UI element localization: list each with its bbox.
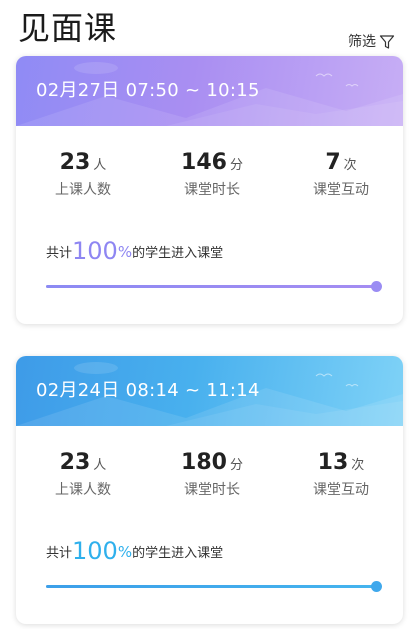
progress-fill (46, 285, 376, 288)
summary-percent-sign: % (117, 243, 133, 261)
summary-suffix: 的学生进入课堂 (132, 546, 224, 561)
stat-value: 146 (181, 150, 227, 175)
stat-attendance: 23 人 上课人数 (18, 148, 148, 200)
session-banner: 02月27日 07:50 ~ 10:15 (16, 56, 403, 126)
stat-interactions: 7次 课堂互动 (276, 148, 403, 200)
stat-label: 上课人数 (55, 482, 111, 498)
stat-value: 180 (181, 450, 227, 475)
stat-value: 23 (59, 150, 91, 175)
summary-prefix: 共计 (46, 546, 73, 561)
stat-value: 23 (59, 450, 91, 475)
stat-unit: 次 (351, 458, 365, 473)
stat-label: 课堂互动 (313, 482, 369, 498)
summary-prefix: 共计 (46, 246, 73, 261)
stat-unit: 人 (93, 158, 107, 173)
stat-attendance: 23 人 上课人数 (18, 448, 148, 500)
session-card[interactable]: 02月27日 07:50 ~ 10:15 23 人 上课人数 146 分 课堂时长 … (16, 56, 403, 324)
stat-value: 13 (317, 450, 349, 475)
session-banner: 02月24日 08:14 ~ 11:14 (16, 356, 403, 426)
filter-button[interactable]: 筛选 (348, 32, 395, 52)
attendance-progress-bar (46, 281, 382, 293)
page: 见面课 筛选 02月27日 07:50 ~ 10:15 23 人 上课人数 14… (0, 0, 419, 629)
stat-unit: 次 (343, 158, 357, 173)
progress-knob (371, 281, 382, 292)
stat-unit: 人 (93, 458, 107, 473)
session-time: 02月24日 08:14 ~ 11:14 (36, 380, 260, 401)
progress-knob (371, 581, 382, 592)
summary-percent: 100 (72, 537, 118, 565)
session-time: 02月27日 07:50 ~ 10:15 (36, 80, 260, 101)
summary-percent-sign: % (117, 543, 133, 561)
progress-fill (46, 585, 376, 588)
attendance-summary: 共计100%的学生进入课堂 (46, 533, 223, 569)
filter-label: 筛选 (348, 34, 376, 50)
stat-label: 课堂时长 (184, 182, 240, 198)
stat-value: 7 (325, 150, 341, 175)
header: 见面课 筛选 (0, 0, 419, 56)
attendance-summary: 共计100%的学生进入课堂 (46, 233, 223, 269)
stat-duration: 146 分 课堂时长 (147, 148, 277, 200)
filter-icon (379, 35, 395, 49)
summary-percent: 100 (72, 237, 118, 265)
stat-duration: 180 分 课堂时长 (147, 448, 277, 500)
stat-interactions: 13 次 课堂互动 (276, 448, 403, 500)
stat-unit: 分 (229, 458, 243, 473)
summary-suffix: 的学生进入课堂 (132, 246, 224, 261)
stat-label: 上课人数 (55, 182, 111, 198)
stat-label: 课堂互动 (313, 182, 369, 198)
stat-unit: 分 (229, 158, 243, 173)
stat-label: 课堂时长 (184, 482, 240, 498)
stats-row: 23 人 上课人数 146 分 课堂时长 7次 课堂互动 (16, 148, 403, 208)
attendance-progress-bar (46, 581, 382, 593)
stats-row: 23 人 上课人数 180 分 课堂时长 13 次 课堂互动 (16, 448, 403, 508)
page-title: 见面课 (18, 9, 118, 47)
session-card[interactable]: 02月24日 08:14 ~ 11:14 23 人 上课人数 180 分 课堂时长 … (16, 356, 403, 624)
